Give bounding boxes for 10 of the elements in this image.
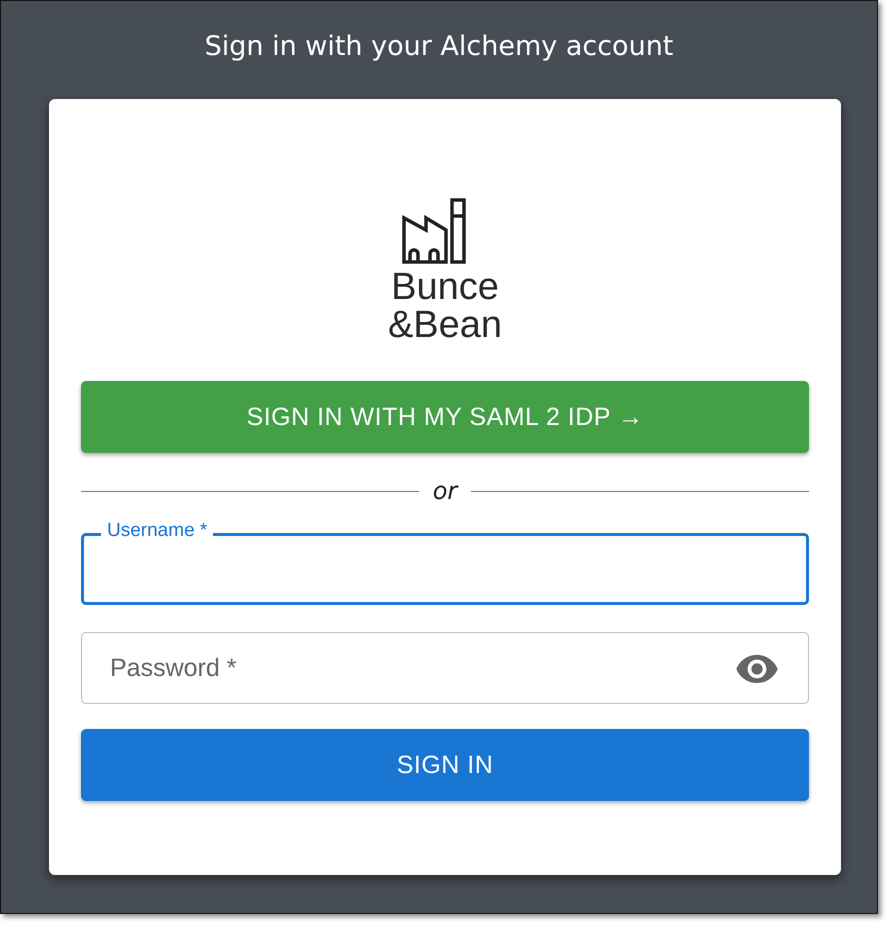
divider-label: or — [432, 477, 458, 505]
saml-sign-in-button[interactable]: SIGN IN WITH MY SAML 2 IDP → — [81, 381, 809, 453]
input-field[interactable]: Username * — [81, 519, 809, 605]
sign-in-button[interactable]: SIGN IN — [81, 729, 809, 801]
logo-text: Bunce — [391, 268, 499, 306]
page-title: Sign in with your Alchemy account — [204, 30, 674, 64]
logo-text: &Bean — [388, 306, 502, 344]
eye-icon[interactable] — [734, 653, 780, 683]
field-label: Password * — [110, 654, 238, 682]
input-field[interactable]: Password * — [81, 632, 809, 704]
